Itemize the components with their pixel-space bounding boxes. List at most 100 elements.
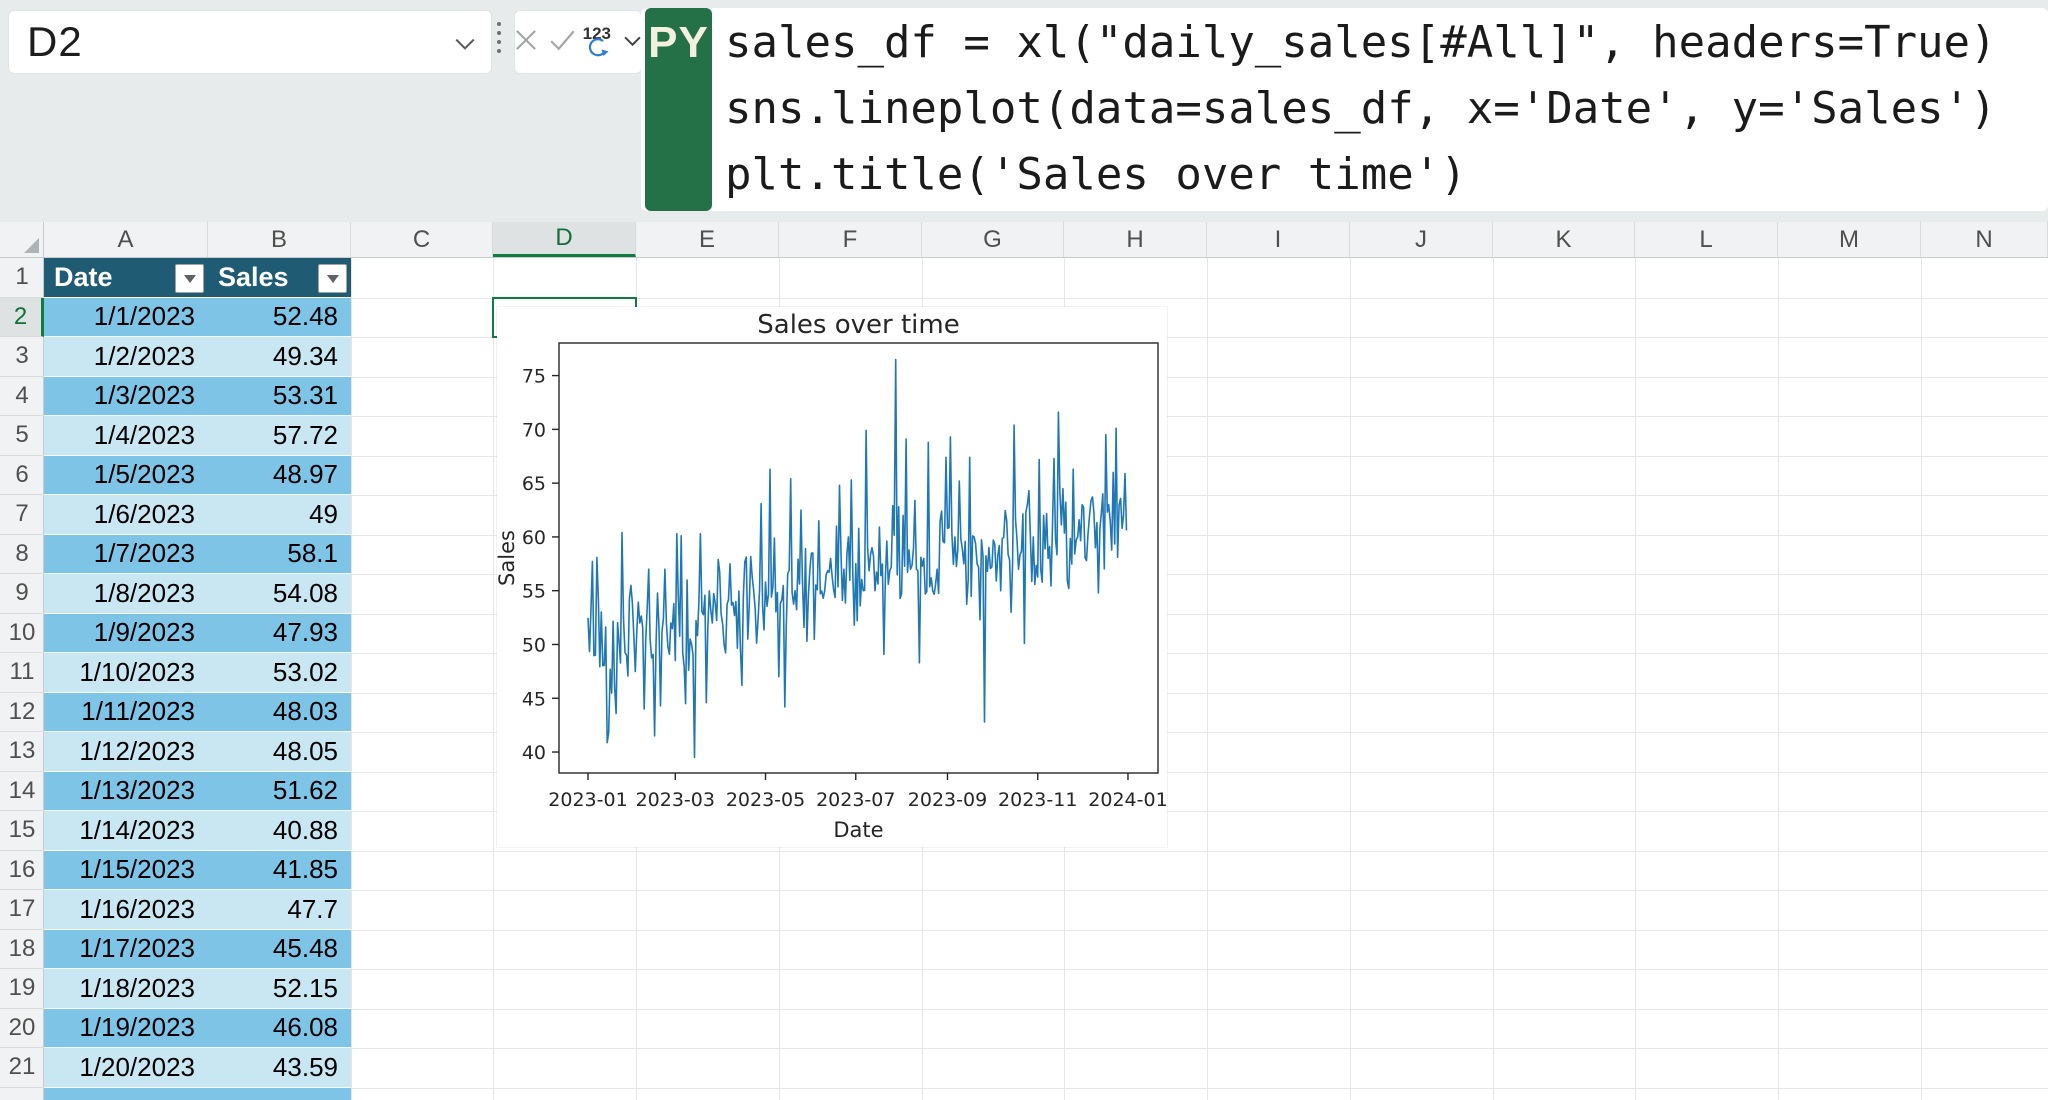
cell-B14[interactable]: 51.62 xyxy=(208,772,351,812)
cell-A4[interactable]: 1/3/2023 xyxy=(44,377,208,417)
column-header-L[interactable]: L xyxy=(1635,222,1778,257)
row-header-14[interactable]: 14 xyxy=(0,772,44,812)
svg-text:2023-07: 2023-07 xyxy=(816,789,895,811)
row-header-4[interactable]: 4 xyxy=(0,377,44,417)
row-header-10[interactable]: 10 xyxy=(0,614,44,654)
column-header-N[interactable]: N xyxy=(1921,222,2048,257)
column-header-I[interactable]: I xyxy=(1207,222,1350,257)
cell-A11[interactable]: 1/10/2023 xyxy=(44,653,208,693)
filter-dropdown-button[interactable] xyxy=(175,264,204,293)
cell-B15[interactable]: 40.88 xyxy=(208,811,351,851)
row-header-18[interactable]: 18 xyxy=(0,930,44,970)
cell-B6[interactable]: 48.97 xyxy=(208,456,351,496)
column-header-G[interactable]: G xyxy=(922,222,1064,257)
cell-A17[interactable]: 1/16/2023 xyxy=(44,890,208,930)
cell-A6[interactable]: 1/5/2023 xyxy=(44,456,208,496)
svg-text:2023-05: 2023-05 xyxy=(726,789,805,811)
cell-A10[interactable]: 1/9/2023 xyxy=(44,614,208,654)
row-header-8[interactable]: 8 xyxy=(0,535,44,575)
row-header-13[interactable]: 13 xyxy=(0,732,44,772)
row-header-20[interactable]: 20 xyxy=(0,1009,44,1049)
cell-A12[interactable]: 1/11/2023 xyxy=(44,693,208,733)
python-chart-output[interactable]: Sales over time40455055606570752023-0120… xyxy=(497,307,1167,847)
cell-B22-partial[interactable] xyxy=(208,1088,351,1100)
filter-arrow-icon xyxy=(327,275,339,283)
chevron-down-icon[interactable] xyxy=(455,37,475,55)
cell-A2[interactable]: 1/1/2023 xyxy=(44,298,208,338)
row-header-16[interactable]: 16 xyxy=(0,851,44,891)
cell-B10[interactable]: 47.93 xyxy=(208,614,351,654)
row-header-19[interactable]: 19 xyxy=(0,969,44,1009)
cell-B2[interactable]: 52.48 xyxy=(208,298,351,338)
column-header-J[interactable]: J xyxy=(1350,222,1493,257)
cell-B11[interactable]: 53.02 xyxy=(208,653,351,693)
cell-A8[interactable]: 1/7/2023 xyxy=(44,535,208,575)
cell-B18[interactable]: 45.48 xyxy=(208,930,351,970)
cell-B16[interactable]: 41.85 xyxy=(208,851,351,891)
enter-check-icon[interactable] xyxy=(550,29,575,56)
cell-A15[interactable]: 1/14/2023 xyxy=(44,811,208,851)
excel-window: D2 123 sales xyxy=(0,0,2048,1100)
formula-input[interactable]: sales_df = xl("daily_sales[#All]", heade… xyxy=(641,8,2048,211)
row-header-7[interactable]: 7 xyxy=(0,495,44,535)
cell-A9[interactable]: 1/8/2023 xyxy=(44,574,208,614)
formula-code-line[interactable]: plt.title('Sales over time') xyxy=(725,142,1997,208)
column-header-M[interactable]: M xyxy=(1778,222,1921,257)
formula-code-line[interactable]: sales_df = xl("daily_sales[#All]", heade… xyxy=(725,10,1997,76)
worksheet-grid: ABCDEFGHIJKLMN 1234567891011121314151617… xyxy=(0,222,2048,1100)
cell-B8[interactable]: 58.1 xyxy=(208,535,351,575)
cell-B3[interactable]: 49.34 xyxy=(208,337,351,377)
cell-A20[interactable]: 1/19/2023 xyxy=(44,1009,208,1049)
cell-A3[interactable]: 1/2/2023 xyxy=(44,337,208,377)
svg-text:2023-09: 2023-09 xyxy=(908,789,987,811)
row-header-11[interactable]: 11 xyxy=(0,653,44,693)
row-header-9[interactable]: 9 xyxy=(0,574,44,614)
column-header-D[interactable]: D xyxy=(493,222,636,257)
cell-B17[interactable]: 47.7 xyxy=(208,890,351,930)
column-header-F[interactable]: F xyxy=(779,222,922,257)
row-header-3[interactable]: 3 xyxy=(0,337,44,377)
table-header-sales[interactable]: Sales xyxy=(208,258,351,298)
cell-A21[interactable]: 1/20/2023 xyxy=(44,1048,208,1088)
cell-B4[interactable]: 53.31 xyxy=(208,377,351,417)
row-header-1[interactable]: 1 xyxy=(0,258,44,298)
cell-A14[interactable]: 1/13/2023 xyxy=(44,772,208,812)
name-box[interactable]: D2 xyxy=(8,10,492,74)
cell-A22-partial[interactable] xyxy=(44,1088,208,1100)
cell-A7[interactable]: 1/6/2023 xyxy=(44,495,208,535)
formula-code-line[interactable]: sns.lineplot(data=sales_df, x='Date', y=… xyxy=(725,76,1997,142)
row-header-5[interactable]: 5 xyxy=(0,416,44,456)
table-header-date[interactable]: Date xyxy=(44,258,208,298)
cell-B12[interactable]: 48.03 xyxy=(208,693,351,733)
formula-bar-drag-handle-icon[interactable] xyxy=(497,22,501,53)
column-header-B[interactable]: B xyxy=(208,222,351,257)
cancel-icon[interactable] xyxy=(515,29,537,56)
column-header-K[interactable]: K xyxy=(1493,222,1635,257)
cell-B13[interactable]: 48.05 xyxy=(208,732,351,772)
cell-A16[interactable]: 1/15/2023 xyxy=(44,851,208,891)
cell-A18[interactable]: 1/17/2023 xyxy=(44,930,208,970)
row-header-17[interactable]: 17 xyxy=(0,890,44,930)
column-header-E[interactable]: E xyxy=(636,222,779,257)
cell-A19[interactable]: 1/18/2023 xyxy=(44,969,208,1009)
cell-B7[interactable]: 49 xyxy=(208,495,351,535)
select-all-corner[interactable] xyxy=(0,222,44,257)
chevron-down-icon[interactable] xyxy=(624,33,641,51)
python-output-type-icon[interactable]: 123 xyxy=(588,24,611,60)
column-header-A[interactable]: A xyxy=(44,222,208,257)
cell-A5[interactable]: 1/4/2023 xyxy=(44,416,208,456)
filter-dropdown-button[interactable] xyxy=(318,264,347,293)
cell-A13[interactable]: 1/12/2023 xyxy=(44,732,208,772)
cell-B9[interactable]: 54.08 xyxy=(208,574,351,614)
cell-B21[interactable]: 43.59 xyxy=(208,1048,351,1088)
cell-B19[interactable]: 52.15 xyxy=(208,969,351,1009)
row-header-21[interactable]: 21 xyxy=(0,1048,44,1088)
cell-B20[interactable]: 46.08 xyxy=(208,1009,351,1049)
column-header-H[interactable]: H xyxy=(1064,222,1207,257)
row-header-6[interactable]: 6 xyxy=(0,456,44,496)
row-header-12[interactable]: 12 xyxy=(0,693,44,733)
cell-B5[interactable]: 57.72 xyxy=(208,416,351,456)
row-header-2[interactable]: 2 xyxy=(0,298,44,338)
row-header-15[interactable]: 15 xyxy=(0,811,44,851)
column-header-C[interactable]: C xyxy=(351,222,493,257)
